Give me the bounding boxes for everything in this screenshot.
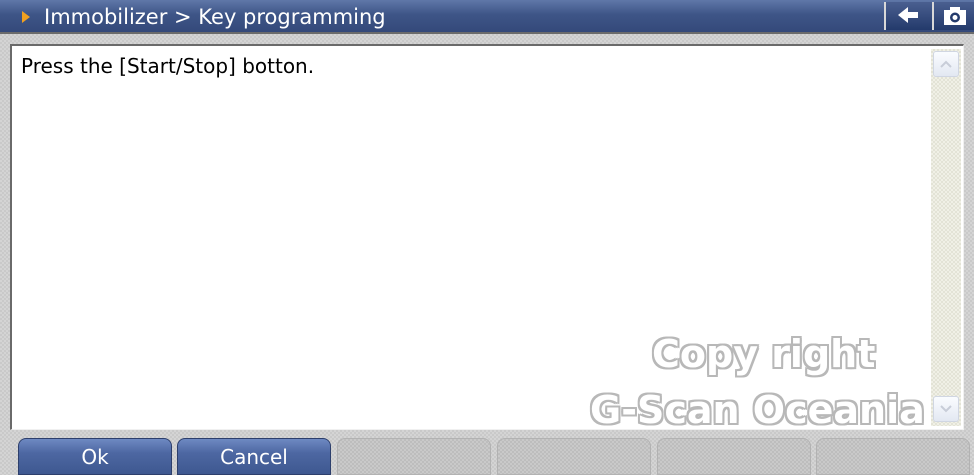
back-button[interactable] [884, 2, 932, 30]
ok-button[interactable]: Ok [18, 438, 172, 475]
function-button-4 [497, 438, 651, 475]
watermark-line-2: G-Scan Oceania [590, 388, 925, 432]
cancel-button[interactable]: Cancel [177, 438, 331, 475]
play-arrow-icon [22, 11, 30, 23]
chevron-up-icon [940, 60, 952, 68]
breadcrumb-title: Immobilizer > Key programming [44, 5, 386, 29]
chevron-down-icon [940, 405, 952, 413]
function-button-6 [816, 438, 970, 475]
back-arrow-icon [898, 7, 918, 23]
scroll-down-button[interactable] [933, 396, 959, 422]
watermark-line-1: Copy right [652, 332, 876, 376]
screenshot-button[interactable] [932, 2, 974, 30]
title-bar: Immobilizer > Key programming [0, 0, 974, 34]
function-button-3 [337, 438, 491, 475]
scroll-up-button[interactable] [933, 51, 959, 77]
function-button-5 [657, 438, 811, 475]
instruction-text: Press the [Start/Stop] botton. [21, 54, 315, 78]
vertical-scrollbar[interactable] [931, 49, 961, 426]
camera-icon [944, 7, 966, 25]
